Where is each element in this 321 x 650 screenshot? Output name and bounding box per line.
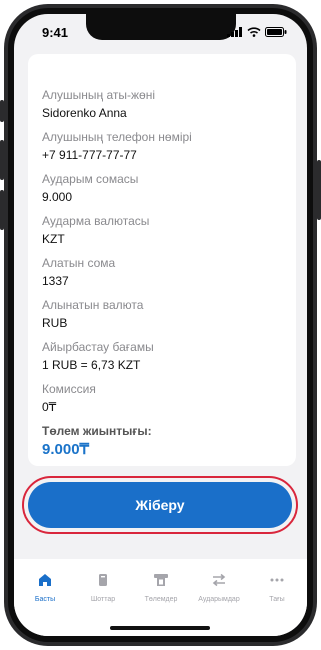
detail-label: Аударма валютасы [42, 214, 150, 228]
tab-accounts[interactable]: Шоттар [74, 573, 132, 603]
detail-transfer-currency: Аударма валютасы KZT [42, 214, 282, 247]
detail-value: Sidorenko Anna [42, 106, 127, 120]
tab-label: Тағы [269, 596, 285, 603]
tab-home[interactable]: Басты [16, 573, 74, 603]
detail-transfer-amount: Аударым сомасы 9.000 [42, 172, 282, 205]
power-button [317, 160, 321, 220]
detail-label: Алушының аты-жөні [42, 88, 155, 102]
status-bar: 9:41 [14, 24, 307, 42]
payment-total: Төлем жиынтығы: 9.000₸ [42, 424, 282, 458]
volume-up-button [0, 140, 4, 180]
detail-value: 1 RUB = 6,73 KZT [42, 358, 141, 372]
home-icon [39, 574, 51, 586]
cellular-signal-icon [227, 27, 242, 37]
tab-payments[interactable]: Төлемдер [132, 573, 190, 603]
tab-label: Басты [34, 596, 56, 603]
send-button-highlight: Жіберу [22, 476, 298, 534]
status-icons [227, 27, 287, 37]
wifi-icon [247, 27, 261, 37]
detail-value: 0₸ [42, 400, 57, 414]
total-label: Төлем жиынтығы: [42, 424, 152, 438]
tab-more[interactable]: Тағы [248, 573, 306, 603]
send-button[interactable]: Жіберу [28, 482, 292, 528]
detail-received-currency: Алынатын валюта RUB [42, 298, 282, 331]
card-icon [99, 574, 107, 586]
detail-label: Комиссия [42, 382, 96, 396]
detail-value: +7 911-777-77-77 [42, 148, 137, 162]
detail-exchange-rate: Айырбастау бағамы 1 RUB = 6,73 KZT [42, 340, 282, 373]
detail-recipient-name: Алушының аты-жөні Sidorenko Anna [42, 88, 282, 121]
transfer-icon [212, 573, 226, 587]
detail-label: Алушының телефон нөмірі [42, 130, 192, 144]
detail-value: 1337 [42, 274, 69, 288]
detail-value: 9.000 [42, 190, 73, 204]
screen: 9:41 Алушының аты-жөні Sidorenko Anna Ал… [14, 14, 307, 636]
detail-label: Айырбастау бағамы [42, 340, 154, 354]
volume-down-button [0, 190, 4, 230]
tab-transfers[interactable]: Аударымдар [190, 573, 248, 603]
transfer-details-card: Алушының аты-жөні Sidorenko Anna Алушыны… [28, 54, 296, 466]
detail-value: RUB [42, 316, 68, 330]
detail-commission: Комиссия 0₸ [42, 382, 282, 415]
detail-recipient-phone: Алушының телефон нөмірі +7 911-777-77-77 [42, 130, 282, 163]
detail-received-amount: Алатын сома 1337 [42, 256, 282, 289]
tab-label: Төлемдер [144, 596, 178, 603]
payment-icon [154, 574, 168, 586]
total-value: 9.000₸ [42, 441, 90, 458]
battery-icon [265, 27, 287, 37]
detail-label: Алынатын валюта [42, 298, 144, 312]
detail-label: Аударым сомасы [42, 172, 139, 186]
home-indicator [110, 626, 210, 630]
tab-bar: Басты Шоттар Төлемдер Аударымдар Тағы [14, 559, 307, 636]
more-icon [270, 578, 284, 582]
mute-switch [0, 100, 4, 122]
detail-value: KZT [42, 232, 65, 246]
status-time: 9:41 [42, 25, 69, 40]
tab-label: Аударымдар [198, 596, 240, 603]
detail-label: Алатын сома [42, 256, 116, 270]
tab-label: Шоттар [90, 596, 116, 603]
